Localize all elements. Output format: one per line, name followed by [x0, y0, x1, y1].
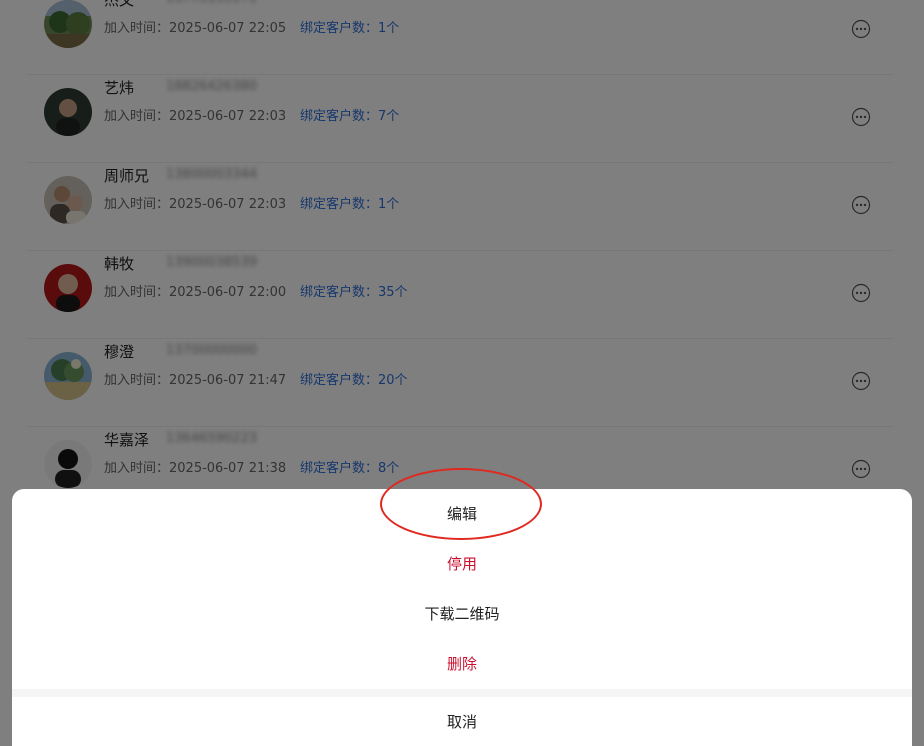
delete-button[interactable]: 删除	[12, 639, 912, 689]
download-qr-code-button[interactable]: 下载二维码	[12, 589, 912, 639]
cancel-button[interactable]: 取消	[12, 697, 912, 746]
action-sheet-divider	[12, 689, 912, 697]
action-sheet: 编辑 停用 下载二维码 删除 取消	[12, 489, 912, 746]
edit-button[interactable]: 编辑	[12, 489, 912, 539]
disable-button[interactable]: 停用	[12, 539, 912, 589]
